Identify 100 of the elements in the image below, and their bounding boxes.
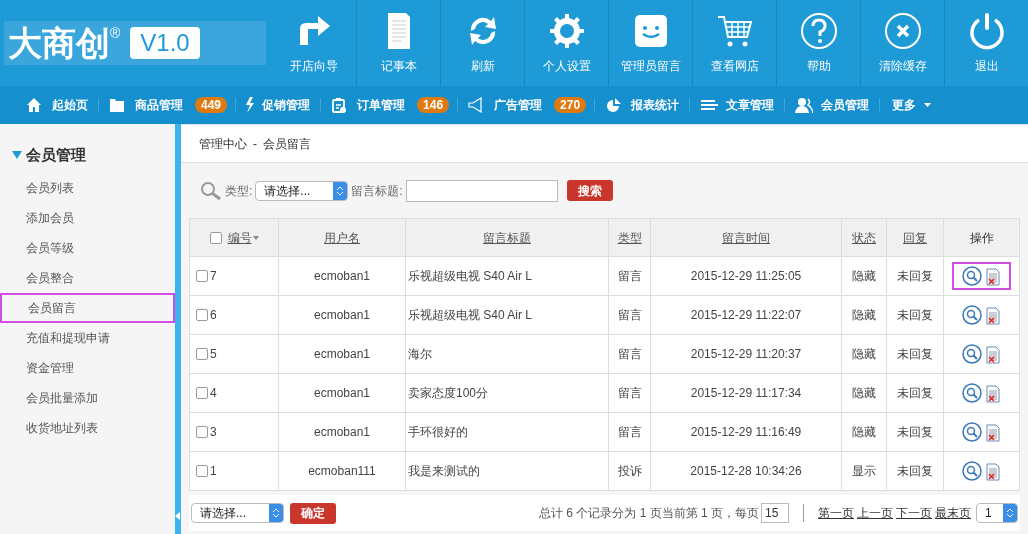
batch-select[interactable]: 请选择... [191, 503, 284, 523]
column-header: 操作 [969, 230, 994, 245]
nav-item[interactable]: 促销管理 [244, 96, 313, 114]
type-select[interactable]: 请选择... [255, 180, 349, 201]
table-cell: 留言 [617, 425, 642, 439]
title-input-field[interactable] [405, 179, 558, 202]
pagination-link[interactable]: 最末页 [935, 504, 971, 522]
search-button[interactable]: 搜索 [566, 180, 613, 201]
type-label: 类型: [225, 182, 253, 200]
document-icon[interactable] [985, 267, 1001, 286]
column-header[interactable]: 留言时间 [722, 230, 770, 245]
view-icon[interactable] [962, 460, 982, 481]
stepper-icon [1007, 508, 1013, 518]
document-icon[interactable] [985, 384, 1001, 403]
column-header[interactable]: 编号 [227, 228, 259, 247]
lightning-icon [246, 97, 255, 113]
column-header[interactable]: 用户名 [324, 230, 360, 245]
users-icon [795, 97, 814, 113]
pie-chart-icon [605, 97, 624, 113]
id-text: 6 [210, 307, 217, 324]
nav-item[interactable]: 广告管理 [466, 96, 545, 114]
table-cell: 未回复 [897, 308, 933, 322]
count-badge: 449 [195, 97, 228, 113]
sidebar-item[interactable]: 添加会员 [0, 202, 175, 233]
column-header[interactable]: 留言标题 [483, 230, 531, 245]
table-cell: 未回复 [897, 269, 933, 283]
count-badge: 270 [554, 97, 587, 113]
confirm-button[interactable]: 确定 [290, 502, 336, 524]
breadcrumb-separator: - [253, 135, 257, 153]
table-cell: 留言 [617, 308, 642, 322]
pagination-link[interactable]: 第一页 [818, 504, 854, 522]
logo: 大商创® V1.0 [4, 21, 266, 65]
table-cell: 隐藏 [852, 425, 876, 439]
per-page-field[interactable]: 15 [761, 503, 789, 523]
table-cell: 2015-12-29 11:20:37 [690, 347, 802, 361]
row-checkbox[interactable] [196, 465, 208, 477]
sidebar-item[interactable]: 会员等级 [0, 232, 175, 263]
id-text: 1 [210, 463, 217, 480]
table-cell: 未回复 [897, 347, 933, 361]
table-cell: 2015-12-29 11:16:49 [690, 425, 802, 439]
sidebar-item[interactable]: 会员列表 [0, 172, 175, 203]
table-cell: ecmoban1 [313, 425, 370, 439]
table-cell: 未回复 [897, 425, 933, 439]
nav-item[interactable]: 会员管理 [793, 96, 872, 114]
table-cell: 乐视超级电视 S40 Air L [408, 308, 533, 322]
table-cell: 隐藏 [852, 386, 876, 400]
row-checkbox[interactable] [196, 309, 208, 321]
more-menu[interactable]: 更多 [890, 96, 934, 114]
sidebar-item[interactable]: 收货地址列表 [0, 412, 175, 443]
sidebar-item[interactable]: 会员批量添加 [0, 382, 175, 413]
table-cell: 留言 [617, 347, 642, 361]
select-all-checkbox[interactable] [209, 231, 222, 244]
row-checkbox[interactable] [196, 387, 208, 399]
row-checkbox[interactable] [196, 426, 208, 438]
stepper-icon [337, 185, 344, 196]
collapse-arrow-icon[interactable] [175, 512, 181, 520]
table-cell: 2015-12-28 10:34:26 [690, 464, 802, 478]
pagination-summary: 总计 6 个记录分为 1 页当前第 1 页，每页 [538, 505, 759, 522]
document-icon[interactable] [985, 345, 1001, 364]
nav-item[interactable]: 订单管理 [329, 96, 408, 114]
view-icon[interactable] [962, 343, 982, 364]
table-cell: ecmoban1 [313, 308, 370, 322]
row-checkbox[interactable] [196, 348, 208, 360]
column-header[interactable]: 回复 [903, 230, 927, 245]
help-icon [798, 11, 839, 51]
sidebar-item[interactable]: 会员整合 [0, 262, 175, 293]
table-cell: 留言 [617, 269, 642, 283]
table-cell: 2015-12-29 11:25:05 [690, 269, 802, 283]
table-cell: 投诉 [617, 464, 642, 478]
view-icon[interactable] [962, 265, 982, 286]
document-icon[interactable] [985, 306, 1001, 325]
sidebar-item[interactable]: 会员留言 [0, 292, 175, 323]
count-badge: 146 [417, 97, 450, 113]
expand-caret-icon[interactable] [12, 151, 22, 160]
sort-caret-icon [252, 235, 259, 240]
document-icon[interactable] [985, 462, 1001, 481]
pagination-link[interactable]: 上一页 [857, 504, 893, 522]
pagination-link[interactable]: 下一页 [896, 504, 932, 522]
title-label: 留言标题: [351, 182, 403, 200]
table-cell: 未回复 [897, 386, 933, 400]
search-icon [200, 180, 222, 201]
table-cell: 隐藏 [852, 347, 876, 361]
nav-item[interactable]: 商品管理 [107, 96, 185, 114]
table-cell: 手环很好的 [408, 425, 468, 439]
row-checkbox[interactable] [196, 270, 208, 282]
view-icon[interactable] [962, 382, 982, 403]
nav-item[interactable]: 文章管理 [698, 96, 777, 114]
page-select[interactable]: 1 [976, 503, 1018, 523]
view-icon[interactable] [962, 421, 982, 442]
breadcrumb-item[interactable]: 管理中心 [199, 134, 247, 153]
nav-item[interactable]: 报表统计 [603, 96, 682, 114]
view-icon[interactable] [962, 304, 982, 325]
table-cell: 未回复 [897, 464, 933, 478]
caret-icon [924, 103, 932, 107]
document-icon[interactable] [985, 423, 1001, 442]
sidebar-item[interactable]: 充值和提现申请 [0, 322, 175, 353]
nav-item[interactable]: 起始页 [24, 96, 90, 114]
id-text: 5 [210, 346, 217, 363]
sidebar-heading[interactable]: 会员管理 [26, 144, 86, 167]
sidebar-item[interactable]: 资金管理 [0, 352, 175, 383]
